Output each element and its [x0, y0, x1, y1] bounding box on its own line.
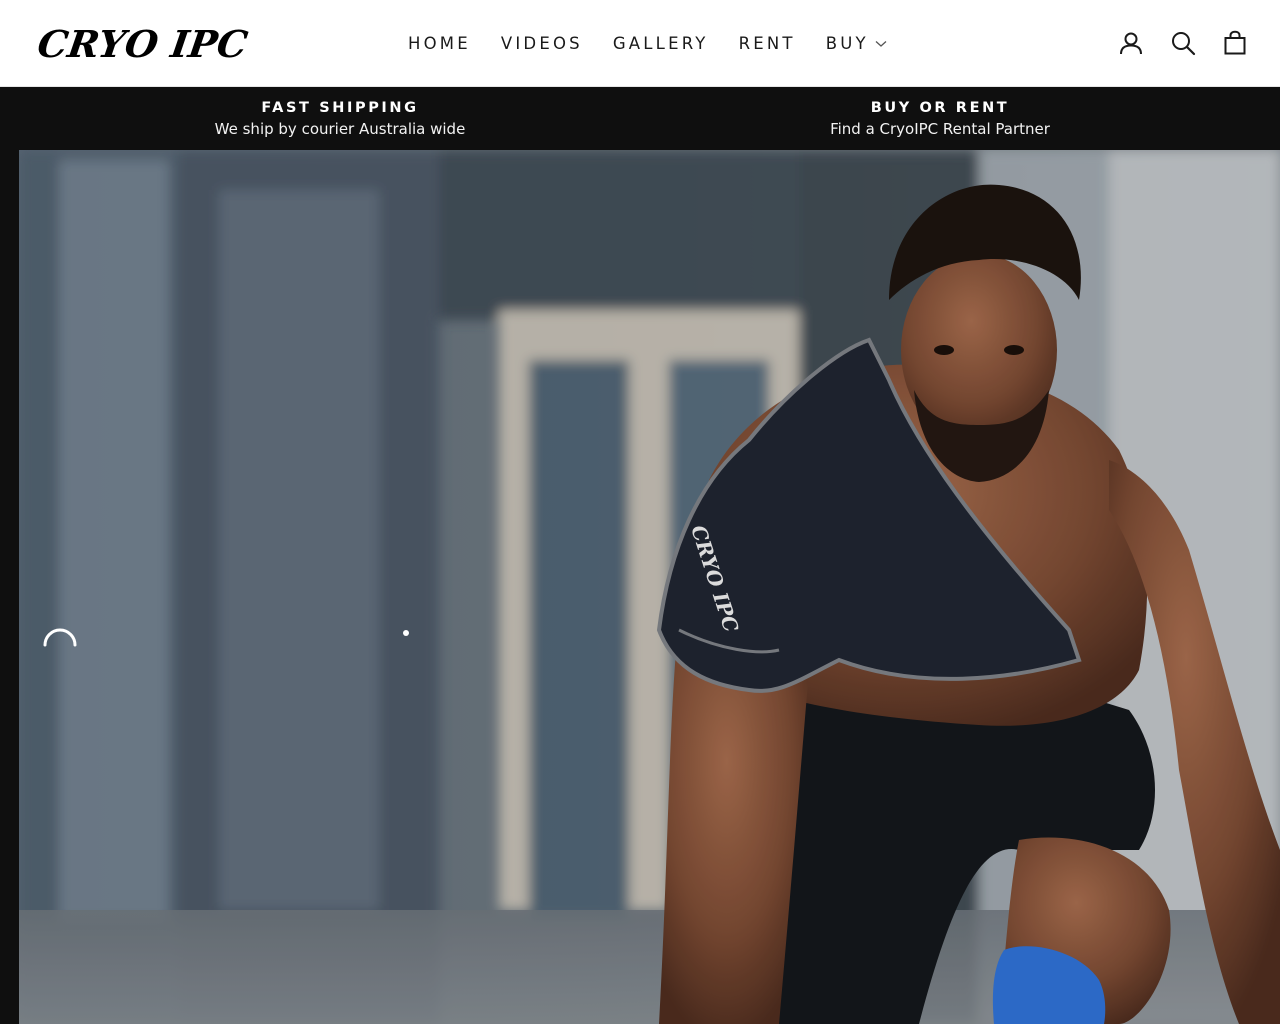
cart-icon[interactable] — [1220, 28, 1250, 58]
hero-image: CRYO IPC — [19, 150, 1280, 1024]
announcement-subtitle: We ship by courier Australia wide — [214, 120, 466, 138]
user-icon[interactable] — [1116, 28, 1146, 58]
hero-banner: CRYO IPC — [19, 150, 1280, 1024]
chevron-down-icon — [875, 40, 887, 48]
site-header: CRYO IPC HOME VIDEOS GALLERY RENT BUY — [0, 0, 1280, 87]
announcement-subtitle: Find a CryoIPC Rental Partner — [830, 120, 1050, 138]
brand-logo[interactable]: CRYO IPC — [35, 22, 250, 66]
announcement-bar: FAST SHIPPING We ship by courier Austral… — [0, 88, 1280, 150]
nav-gallery-label: GALLERY — [612, 34, 709, 53]
announcement-title: BUY OR RENT — [870, 100, 1010, 116]
announcement-title: FAST SHIPPING — [261, 100, 419, 116]
announcement-rent[interactable]: BUY OR RENT Find a CryoIPC Rental Partne… — [640, 98, 1240, 140]
nav-buy[interactable]: BUY — [811, 28, 902, 60]
announcement-shipping[interactable]: FAST SHIPPING We ship by courier Austral… — [40, 98, 640, 140]
nav-videos-label: VIDEOS — [500, 34, 583, 53]
slide-indicator-dot[interactable] — [403, 630, 409, 636]
main-nav: HOME VIDEOS GALLERY RENT BUY — [393, 28, 902, 60]
nav-rent-label: RENT — [738, 34, 796, 53]
header-actions — [1094, 28, 1250, 58]
search-icon[interactable] — [1168, 28, 1198, 58]
nav-home-label: HOME — [408, 34, 471, 53]
nav-videos[interactable]: VIDEOS — [486, 28, 598, 60]
nav-buy-label: BUY — [825, 34, 869, 53]
nav-home[interactable]: HOME — [393, 28, 486, 60]
hero-left-border — [0, 150, 19, 1024]
nav-rent[interactable]: RENT — [724, 28, 811, 60]
loading-spinner-icon — [41, 626, 79, 664]
nav-gallery[interactable]: GALLERY — [598, 28, 724, 60]
